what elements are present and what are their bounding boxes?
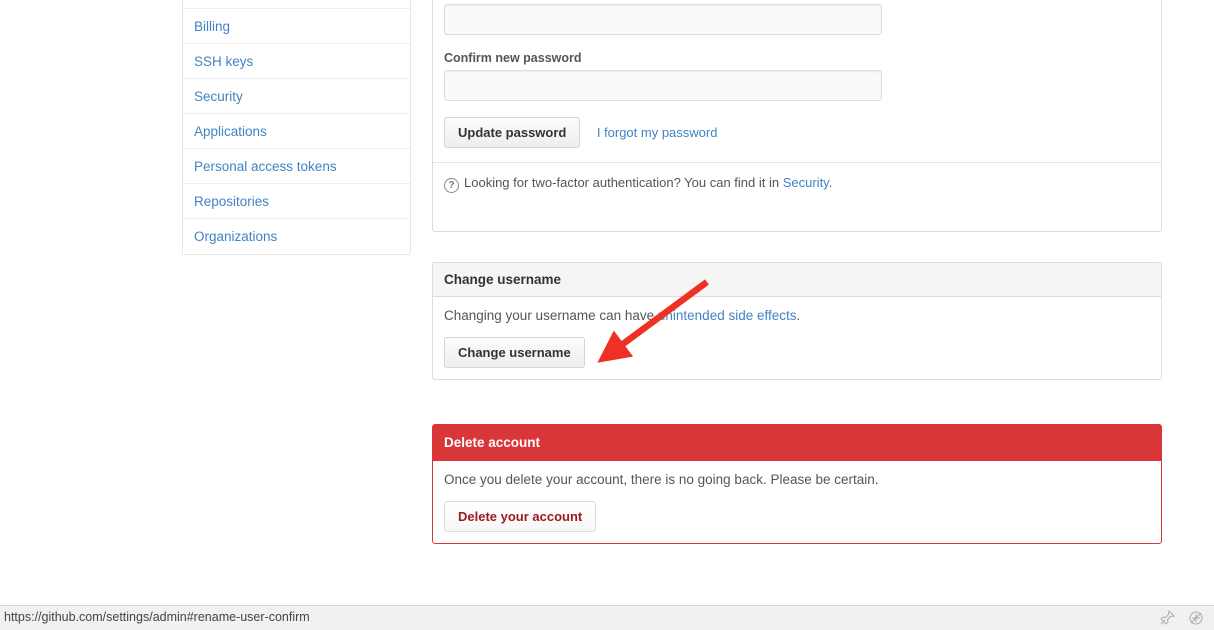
change-username-description: Changing your username can have unintend… (444, 308, 1150, 323)
sidebar-item-security[interactable]: Security (183, 79, 410, 114)
sidebar-item-notification-center[interactable]: Notification center (183, 0, 410, 9)
security-link[interactable]: Security (783, 175, 829, 190)
page-root: Notification center Billing SSH keys Sec… (0, 0, 1214, 630)
sidebar-item-label: SSH keys (194, 54, 254, 69)
confirm-password-input[interactable] (444, 70, 882, 101)
forgot-password-link[interactable]: I forgot my password (597, 125, 718, 140)
sidebar-item-label: Repositories (194, 194, 270, 209)
two-factor-note-text: Looking for two-factor authentication? Y… (464, 175, 783, 190)
new-password-input[interactable] (444, 4, 882, 35)
sidebar-item-label: Organizations (194, 229, 278, 244)
delete-account-description: Once you delete your account, there is n… (444, 472, 879, 487)
pin-icon[interactable] (1159, 609, 1175, 626)
two-factor-note: ? Looking for two-factor authentication? … (433, 162, 1161, 205)
sidebar-item-applications[interactable]: Applications (183, 114, 410, 149)
status-bar-url: https://github.com/settings/admin#rename… (4, 610, 310, 624)
no-entry-icon[interactable] (1188, 610, 1204, 626)
browser-status-bar: https://github.com/settings/admin#rename… (0, 605, 1214, 630)
sidebar-item-label: Security (194, 89, 243, 104)
change-username-button[interactable]: Change username (444, 337, 585, 368)
change-username-description-text: Changing your username can have (444, 308, 658, 323)
update-password-button[interactable]: Update password (444, 117, 581, 148)
change-username-heading: Change username (433, 263, 1161, 297)
delete-account-panel: Delete account Once you delete your acco… (432, 424, 1162, 544)
sidebar-item-label: Personal access tokens (194, 159, 337, 174)
sidebar-item-organizations[interactable]: Organizations (183, 219, 410, 254)
sidebar-item-billing[interactable]: Billing (183, 9, 410, 44)
change-password-panel: New password Confirm new password Update… (432, 0, 1162, 232)
unintended-side-effects-link[interactable]: unintended side effects (658, 308, 797, 323)
sidebar-item-label: Billing (194, 19, 231, 34)
sidebar-item-label: Applications (194, 124, 267, 139)
status-bar-icons (1150, 609, 1204, 627)
question-circle-icon: ? (444, 178, 459, 193)
sidebar-item-personal-access-tokens[interactable]: Personal access tokens (183, 149, 410, 184)
change-username-panel: Change username Changing your username c… (432, 262, 1162, 380)
sidebar-item-ssh-keys[interactable]: SSH keys (183, 44, 410, 79)
confirm-password-label: Confirm new password (444, 51, 582, 65)
two-factor-note-suffix: . (828, 175, 833, 190)
sidebar-item-repositories[interactable]: Repositories (183, 184, 410, 219)
settings-sidebar: Notification center Billing SSH keys Sec… (182, 0, 411, 255)
change-username-description-suffix: . (796, 308, 801, 323)
delete-account-heading: Delete account (433, 425, 1161, 461)
delete-your-account-button[interactable]: Delete your account (444, 501, 597, 532)
